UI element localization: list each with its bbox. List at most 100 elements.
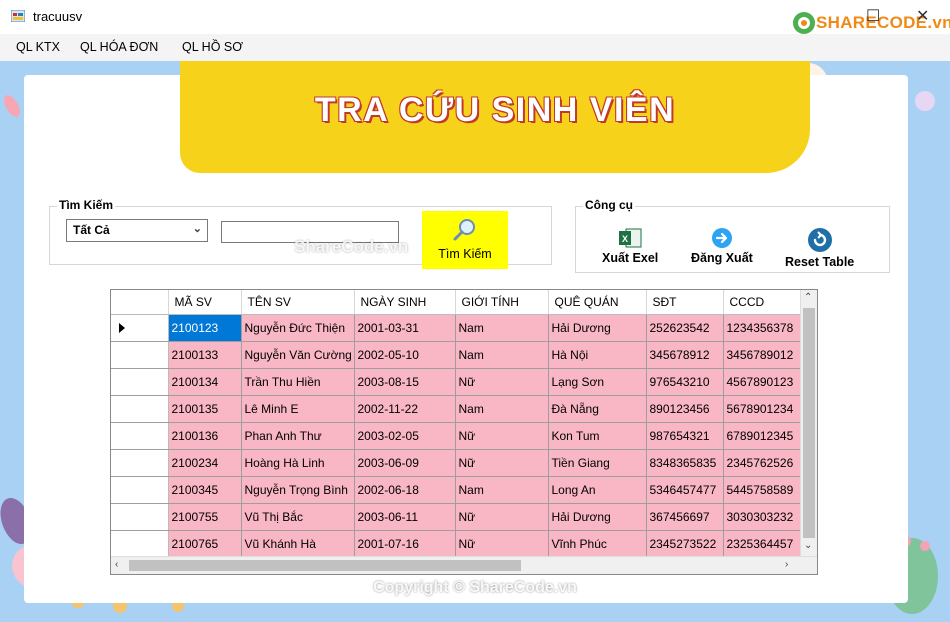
table-row[interactable]: 2100133 Nguyễn Văn Cường 2002-05-10 Nam Hà N… (111, 341, 802, 369)
export-excel-button[interactable]: X Xuất Exel (602, 227, 658, 265)
scroll-up-icon[interactable]: ⌃ (804, 292, 812, 303)
logout-button[interactable]: Đăng Xuất (691, 227, 753, 265)
table-cell[interactable]: 2100755 (168, 503, 242, 531)
table-row[interactable]: 2100345 Nguyễn Trọng Bình 2002-06-18 Nam Lon… (111, 476, 802, 504)
table-cell[interactable]: 2345762526 (723, 449, 802, 477)
table-cell[interactable]: 2001-03-31 (354, 314, 456, 342)
column-header[interactable]: SĐT (646, 290, 724, 315)
table-cell[interactable]: 4567890123 (723, 368, 802, 396)
table-cell[interactable]: 987654321 (646, 422, 724, 450)
horizontal-scrollbar[interactable]: ‹ › (111, 556, 817, 574)
menu-ql-ho-so[interactable]: QL HỒ SƠ (182, 40, 243, 54)
table-cell[interactable]: 5346457477 (646, 476, 724, 504)
column-header[interactable]: CCCD (723, 290, 802, 315)
row-header[interactable] (111, 422, 169, 450)
table-cell[interactable]: 6789012345 (723, 422, 802, 450)
table-cell[interactable]: 252623542 (646, 314, 724, 342)
table-cell[interactable]: 2003-06-09 (354, 449, 456, 477)
row-header[interactable] (111, 476, 169, 504)
scroll-right-icon[interactable]: › (785, 559, 788, 570)
table-cell[interactable]: Hà Nội (548, 341, 647, 369)
table-cell[interactable]: Vũ Khánh Hà (241, 530, 355, 558)
scroll-left-icon[interactable]: ‹ (115, 559, 118, 570)
filter-combobox[interactable]: Tất Cả ⌄ (66, 219, 208, 242)
table-cell[interactable]: 2100123 (168, 314, 242, 342)
table-cell[interactable]: 2001-07-16 (354, 530, 456, 558)
table-cell[interactable]: 1234356378 (723, 314, 802, 342)
table-cell[interactable]: Kon Tum (548, 422, 647, 450)
table-cell[interactable]: 5445758589 (723, 476, 802, 504)
close-button[interactable]: ✕ (916, 6, 929, 26)
column-header[interactable]: MÃ SV (168, 290, 242, 315)
table-cell[interactable]: 2003-02-05 (354, 422, 456, 450)
row-header[interactable] (111, 395, 169, 423)
maximize-button[interactable]: ☐ (866, 6, 880, 26)
table-cell[interactable]: Nữ (455, 422, 549, 450)
table-cell[interactable]: Trần Thu Hiền (241, 368, 355, 396)
table-cell[interactable]: 367456697 (646, 503, 724, 531)
table-cell[interactable]: 2100345 (168, 476, 242, 504)
table-cell[interactable]: Nam (455, 314, 549, 342)
table-cell[interactable]: Lê Minh E (241, 395, 355, 423)
table-cell[interactable]: Nam (455, 341, 549, 369)
table-cell[interactable]: 2100135 (168, 395, 242, 423)
table-row[interactable]: 2100123 Nguyễn Đức Thiện 2001-03-31 Nam Hải … (111, 314, 802, 342)
table-cell[interactable]: 2003-08-15 (354, 368, 456, 396)
table-row[interactable]: 2100234 Hoàng Hà Linh 2003-06-09 Nữ Tiền Gia… (111, 449, 802, 477)
table-cell[interactable]: 2003-06-11 (354, 503, 456, 531)
table-cell[interactable]: 3456789012 (723, 341, 802, 369)
row-header[interactable] (111, 530, 169, 558)
table-cell[interactable]: 2100234 (168, 449, 242, 477)
row-header[interactable] (111, 341, 169, 369)
row-header[interactable] (111, 503, 169, 531)
reset-table-button[interactable]: Reset Table (785, 227, 854, 269)
table-cell[interactable]: 345678912 (646, 341, 724, 369)
table-cell[interactable]: 2325364457 (723, 530, 802, 558)
table-cell[interactable]: Nguyễn Đức Thiện (241, 314, 355, 342)
table-cell[interactable]: Hoàng Hà Linh (241, 449, 355, 477)
table-row[interactable]: 2100136 Phan Anh Thư 2003-02-05 Nữ Kon Tum 98… (111, 422, 802, 450)
vertical-scroll-thumb[interactable] (803, 308, 815, 538)
table-cell[interactable]: Vĩnh Phúc (548, 530, 647, 558)
table-cell[interactable]: Nguyễn Trọng Bình (241, 476, 355, 504)
table-cell[interactable]: 2100133 (168, 341, 242, 369)
row-header[interactable] (111, 368, 169, 396)
vertical-scrollbar[interactable]: ⌃ ⌄ (800, 290, 817, 556)
student-data-grid[interactable]: MÃ SV TÊN SV NGÀY SINH GIỚI TÍNH QUÊ QUÁ… (110, 289, 818, 575)
menu-ql-hoa-don[interactable]: QL HÓA ĐƠN (80, 40, 158, 54)
table-cell[interactable]: Đà Nẵng (548, 395, 647, 423)
table-cell[interactable]: Lạng Sơn (548, 368, 647, 396)
table-cell[interactable]: 8348365835 (646, 449, 724, 477)
column-header[interactable]: QUÊ QUÁN (548, 290, 647, 315)
scroll-down-icon[interactable]: ⌄ (804, 540, 812, 551)
search-button[interactable]: Tìm Kiếm (422, 211, 508, 269)
table-cell[interactable]: Hải Dương (548, 314, 647, 342)
table-cell[interactable]: 890123456 (646, 395, 724, 423)
table-row[interactable]: 2100755 Vũ Thị Bắc 2003-06-11 Nữ Hải Dương 36… (111, 503, 802, 531)
table-cell[interactable]: Nguyễn Văn Cường (241, 341, 355, 369)
table-cell[interactable]: Vũ Thị Bắc (241, 503, 355, 531)
table-cell[interactable]: Tiền Giang (548, 449, 647, 477)
table-cell[interactable]: 3030303232 (723, 503, 802, 531)
table-cell[interactable]: 2100134 (168, 368, 242, 396)
table-cell[interactable]: 2345273522 (646, 530, 724, 558)
table-cell[interactable]: 2100765 (168, 530, 242, 558)
horizontal-scroll-thumb[interactable] (129, 560, 521, 571)
table-cell[interactable]: 5678901234 (723, 395, 802, 423)
table-cell[interactable]: Nữ (455, 503, 549, 531)
table-cell[interactable]: 2002-06-18 (354, 476, 456, 504)
row-header[interactable] (111, 314, 169, 342)
column-header[interactable]: GIỚI TÍNH (455, 290, 549, 315)
menu-ql-ktx[interactable]: QL KTX (16, 40, 60, 54)
table-row[interactable]: 2100134 Trần Thu Hiền 2003-08-15 Nữ Lạng Sơn… (111, 368, 802, 396)
table-cell[interactable]: 2002-05-10 (354, 341, 456, 369)
table-cell[interactable]: 2002-11-22 (354, 395, 456, 423)
table-cell[interactable]: Hải Dương (548, 503, 647, 531)
table-cell[interactable]: 2100136 (168, 422, 242, 450)
row-header[interactable] (111, 449, 169, 477)
table-row[interactable]: 2100765 Vũ Khánh Hà 2001-07-16 Nữ Vĩnh Phúc 2… (111, 530, 802, 558)
table-cell[interactable]: Nữ (455, 368, 549, 396)
table-cell[interactable]: Nữ (455, 530, 549, 558)
table-cell[interactable]: Nam (455, 476, 549, 504)
column-header[interactable]: TÊN SV (241, 290, 355, 315)
